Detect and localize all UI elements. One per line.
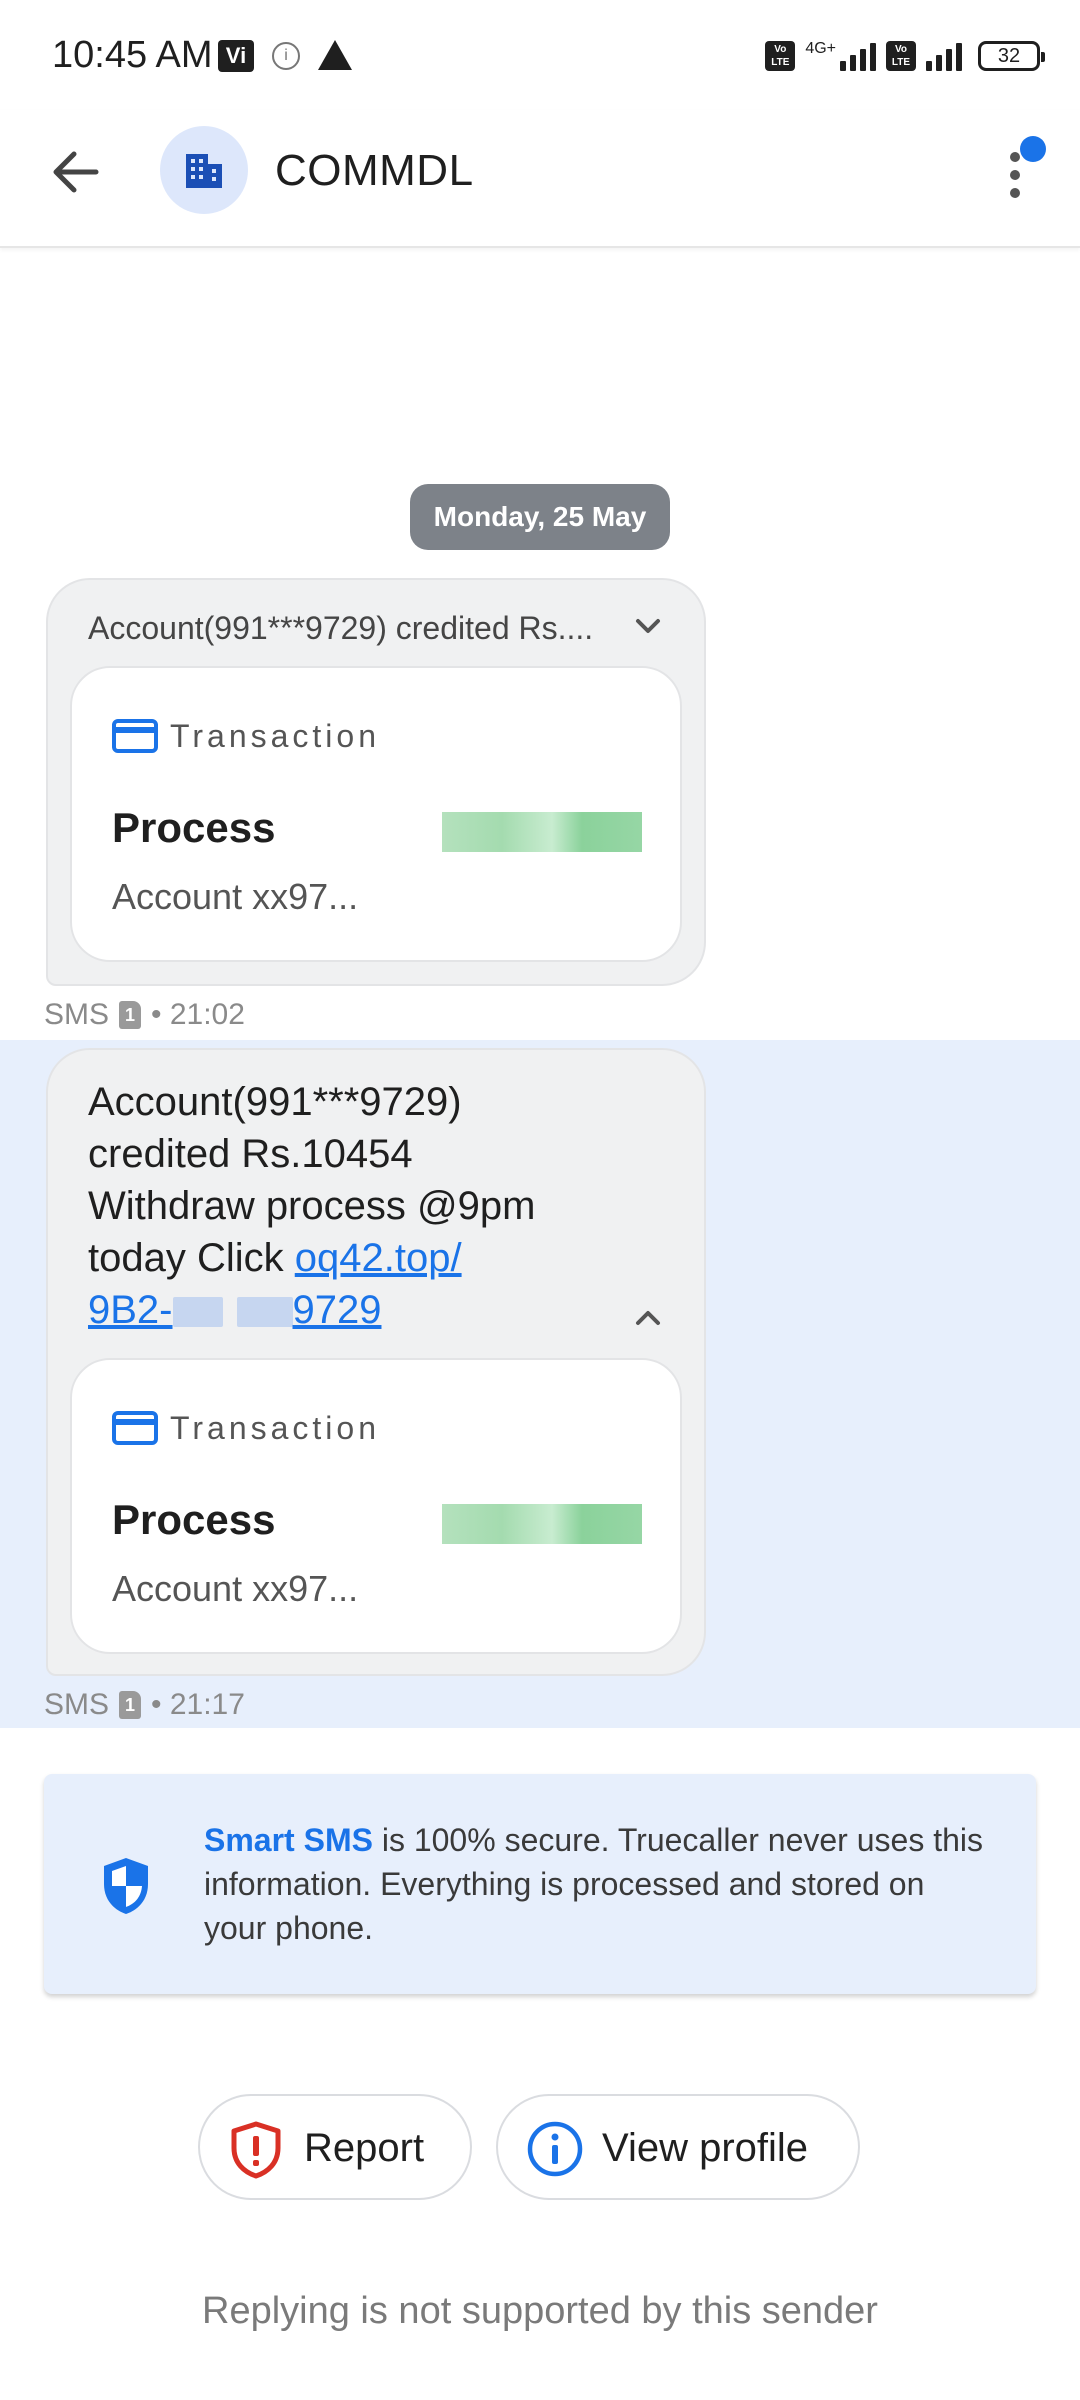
smart-sms-info-banner: Smart SMS is 100% secure. Truecaller nev… (44, 1774, 1036, 1994)
arrow-back-icon (53, 151, 99, 193)
link-start: 9B2- (88, 1288, 173, 1332)
credit-card-icon (112, 1411, 158, 1445)
status-indicators: Vo LTE 4G+ Vo LTE 32 (765, 36, 1045, 76)
more-vert-dot (1010, 170, 1020, 180)
sender-title[interactable]: COMMDL (275, 146, 474, 196)
message-body: Account(991***9729) credited Rs.10454 Wi… (88, 1076, 648, 1336)
message-meta: SMS 1 • 21:02 (44, 998, 245, 1032)
transaction-header: Transaction (112, 1408, 380, 1448)
sim-icon: 1 (119, 1691, 142, 1719)
building-icon (186, 154, 222, 188)
transaction-header: Transaction (112, 716, 380, 756)
sim-icon: 1 (119, 1001, 142, 1029)
message-line: Account(991***9729) (88, 1080, 462, 1124)
transaction-label: Transaction (170, 717, 380, 754)
redacted-block (236, 1297, 293, 1328)
credit-card-icon (112, 719, 158, 753)
date-chip: Monday, 25 May (410, 484, 670, 550)
carrier-badge-icon: Vi (218, 40, 254, 72)
link-end: 9729 (292, 1288, 382, 1332)
view-profile-label: View profile (602, 2126, 809, 2170)
avatar[interactable] (160, 126, 248, 214)
overflow-menu-button[interactable] (990, 134, 1050, 214)
report-label: Report (304, 2126, 425, 2170)
transaction-title: Process (112, 804, 276, 851)
redacted-block (172, 1297, 223, 1328)
transaction-card[interactable]: Transaction Process Account xx97... (70, 1358, 682, 1654)
signal-icon-2 (926, 41, 962, 71)
message-preview: Account(991***9729) credited Rs.... (88, 610, 594, 646)
transaction-card[interactable]: Transaction Process Account xx97... (70, 666, 682, 962)
reply-not-supported-note: Replying is not supported by this sender (202, 2290, 878, 2332)
network-type: 4G+ (805, 40, 836, 57)
message-line: Withdraw process @9pm (88, 1184, 536, 1228)
transaction-account: Account xx97... (112, 1568, 359, 1609)
back-button[interactable] (44, 140, 108, 204)
transaction-title: Process (112, 1496, 276, 1543)
notification-badge (1020, 136, 1046, 162)
message-line: credited Rs.10454 (88, 1132, 413, 1176)
message-channel: SMS (44, 998, 110, 1031)
message-link[interactable]: oq42.top/ (295, 1236, 462, 1280)
message-line: 9B2- 9729 (88, 1284, 648, 1336)
app-bar: COMMDL (0, 110, 1080, 248)
info-icon (527, 2121, 583, 2177)
message-time: • 21:17 (151, 1688, 245, 1721)
redacted-amount (442, 812, 642, 852)
status-time: 10:45 AM (52, 34, 213, 76)
more-vert-icon (1010, 152, 1020, 162)
shield-icon (104, 1858, 148, 1914)
volte-icon-2: Vo LTE (886, 41, 916, 71)
message-bubble[interactable]: Account(991***9729) credited Rs.... Tran… (46, 578, 706, 986)
volte-icon: Vo LTE (765, 41, 796, 71)
chevron-up-icon[interactable] (628, 1298, 668, 1338)
info-notification-icon: i (272, 42, 300, 70)
message-time: • 21:02 (151, 998, 245, 1031)
transaction-account: Account xx97... (112, 876, 359, 917)
transaction-label: Transaction (170, 1409, 380, 1446)
info-text: Smart SMS is 100% secure. Truecaller nev… (204, 1818, 994, 1950)
message-bubble-expanded[interactable]: Account(991***9729) credited Rs.10454 Wi… (46, 1048, 706, 1676)
status-bar: 10:45 AM Vi i Vo LTE 4G+ Vo LTE 32 (0, 0, 1080, 110)
warning-icon (318, 40, 352, 70)
message-line-prefix: today Click (88, 1236, 295, 1280)
chevron-down-icon[interactable] (628, 606, 668, 646)
message-channel: SMS (44, 1688, 110, 1721)
battery-icon: 32 (978, 41, 1045, 71)
report-button[interactable]: Report (198, 2094, 472, 2200)
redacted-amount (442, 1504, 642, 1544)
smart-sms-brand: Smart SMS (204, 1822, 373, 1858)
message-link-cont[interactable]: 9B2- 9729 (88, 1288, 381, 1332)
report-shield-icon (231, 2121, 281, 2179)
message-meta: SMS 1 • 21:17 (44, 1688, 245, 1722)
message-line: today Click oq42.top/ (88, 1232, 648, 1284)
view-profile-button[interactable]: View profile (496, 2094, 860, 2200)
signal-icon (840, 41, 876, 71)
more-vert-dot (1010, 188, 1020, 198)
